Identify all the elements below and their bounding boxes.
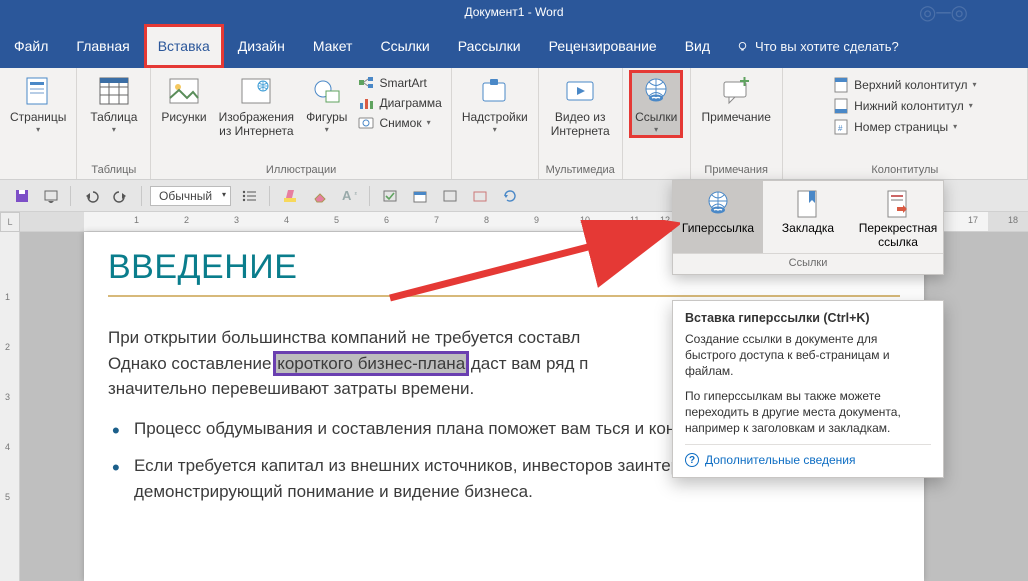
header-button[interactable]: Верхний колонтитул▾ xyxy=(830,76,979,94)
title-bar: Документ1 - Word ◎─◎ xyxy=(0,0,1028,24)
tab-mailings[interactable]: Рассылки xyxy=(444,24,535,68)
bookmark-icon xyxy=(791,187,825,221)
svg-text:#: # xyxy=(838,124,843,133)
comment-icon xyxy=(719,74,753,108)
links-gallery: Гиперссылка Закладка Перекрестная ссылка… xyxy=(672,180,944,275)
pages-button[interactable]: Страницы ▾ xyxy=(6,72,70,136)
task-button[interactable] xyxy=(378,187,402,205)
page-number-button[interactable]: #Номер страницы▾ xyxy=(830,118,960,136)
hyperlink-icon xyxy=(701,187,735,221)
smartart-icon xyxy=(358,75,374,91)
screenshot-icon xyxy=(358,115,374,131)
tab-file[interactable]: Файл xyxy=(0,24,62,68)
tab-references[interactable]: Ссылки xyxy=(366,24,443,68)
screenshot-button[interactable]: Снимок▾ xyxy=(355,114,444,132)
document-title: Документ1 - Word xyxy=(464,5,563,19)
group-tables: Таблицы xyxy=(83,162,144,179)
save-button[interactable] xyxy=(10,186,34,206)
group-media: Мультимедиа xyxy=(545,162,616,179)
ribbon-tabs: Файл Главная Вставка Дизайн Макет Ссылки… xyxy=(0,24,1028,68)
chevron-down-icon: ▾ xyxy=(325,125,329,134)
chevron-down-icon: ▾ xyxy=(953,122,957,131)
tab-layout[interactable]: Макет xyxy=(299,24,367,68)
chevron-down-icon: ▾ xyxy=(973,80,977,89)
shapes-button[interactable]: Фигуры ▾ xyxy=(302,72,351,136)
eraser-button[interactable] xyxy=(308,187,332,205)
chevron-down-icon: ▾ xyxy=(427,118,431,127)
pictures-button[interactable]: Рисунки xyxy=(157,72,210,126)
hyperlink-tooltip: Вставка гиперссылки (Ctrl+K) Создание сс… xyxy=(672,300,944,478)
links-gallery-caption: Ссылки xyxy=(673,254,943,274)
crossref-button[interactable]: Перекрестная ссылка xyxy=(853,181,943,253)
heading-rule xyxy=(108,295,900,297)
links-button[interactable]: Ссылки ▾ xyxy=(631,72,681,136)
addins-icon xyxy=(478,74,512,108)
font-color-button[interactable]: A² xyxy=(338,186,361,205)
group-illustrations: Иллюстрации xyxy=(157,162,445,179)
highlight-button[interactable] xyxy=(278,186,302,206)
hyperlink-button[interactable]: Гиперссылка xyxy=(673,181,763,253)
tab-review[interactable]: Рецензирование xyxy=(535,24,671,68)
footer-button[interactable]: Нижний колонтитул▾ xyxy=(830,97,976,115)
online-video-button[interactable]: Видео из Интернета xyxy=(547,72,614,140)
link-icon xyxy=(639,74,673,108)
group-comments: Примечания xyxy=(697,162,776,179)
style-selector[interactable]: Обычный▾ xyxy=(150,186,231,206)
title-decor-icon: ◎─◎ xyxy=(919,0,968,25)
online-pictures-button[interactable]: Изображения из Интернета xyxy=(215,72,298,140)
vertical-ruler[interactable]: 1 2 3 4 5 xyxy=(0,232,20,581)
header-icon xyxy=(833,77,849,93)
chart-button[interactable]: Диаграмма xyxy=(355,94,444,112)
chevron-down-icon: ▾ xyxy=(493,125,497,134)
ruler-corner[interactable]: L xyxy=(0,212,20,232)
tab-view[interactable]: Вид xyxy=(671,24,724,68)
table-button[interactable]: Таблица ▾ xyxy=(86,72,141,136)
tab-insert[interactable]: Вставка xyxy=(144,24,224,68)
undo-button[interactable] xyxy=(79,187,103,205)
tab-design[interactable]: Дизайн xyxy=(224,24,299,68)
tooltip-more-link[interactable]: ? Дополнительные сведения xyxy=(685,444,931,467)
calendar-button[interactable] xyxy=(408,187,432,205)
chart-icon xyxy=(358,95,374,111)
misc-button-1[interactable] xyxy=(438,187,462,205)
bookmark-button[interactable]: Закладка xyxy=(763,181,853,253)
tooltip-text: Создание ссылки в документе для быстрого… xyxy=(685,331,931,380)
ribbon: Страницы ▾ Таблица ▾ Таблицы Рисунки Изо… xyxy=(0,68,1028,180)
misc-button-2[interactable] xyxy=(468,187,492,205)
picture-icon xyxy=(167,74,201,108)
chevron-down-icon: ▾ xyxy=(36,125,40,134)
video-icon xyxy=(563,74,597,108)
online-picture-icon xyxy=(239,74,273,108)
info-icon: ? xyxy=(685,453,699,467)
pagenum-icon: # xyxy=(833,119,849,135)
chevron-down-icon: ▾ xyxy=(969,101,973,110)
shapes-icon xyxy=(310,74,344,108)
qat-dropdown[interactable] xyxy=(40,187,62,205)
bulb-icon xyxy=(736,40,749,53)
smartart-button[interactable]: SmartArt xyxy=(355,74,444,92)
chevron-down-icon: ▾ xyxy=(654,125,658,134)
table-icon xyxy=(97,74,131,108)
pages-icon xyxy=(21,74,55,108)
tab-home[interactable]: Главная xyxy=(62,24,143,68)
tell-me[interactable]: Что вы хотите сделать? xyxy=(736,39,899,54)
crossref-icon xyxy=(881,187,915,221)
redo-button[interactable] xyxy=(109,187,133,205)
addins-button[interactable]: Надстройки ▾ xyxy=(458,72,532,136)
footer-icon xyxy=(833,98,849,114)
refresh-button[interactable] xyxy=(498,187,522,205)
chevron-down-icon: ▾ xyxy=(112,125,116,134)
tooltip-title: Вставка гиперссылки (Ctrl+K) xyxy=(685,311,931,325)
comment-button[interactable]: Примечание xyxy=(697,72,774,126)
selected-text[interactable]: короткого бизнес-плана xyxy=(276,354,466,373)
tooltip-text: По гиперссылкам вы также можете переходи… xyxy=(685,388,931,437)
list-button[interactable] xyxy=(237,187,261,205)
group-headerfooter: Колонтитулы xyxy=(789,162,1021,179)
